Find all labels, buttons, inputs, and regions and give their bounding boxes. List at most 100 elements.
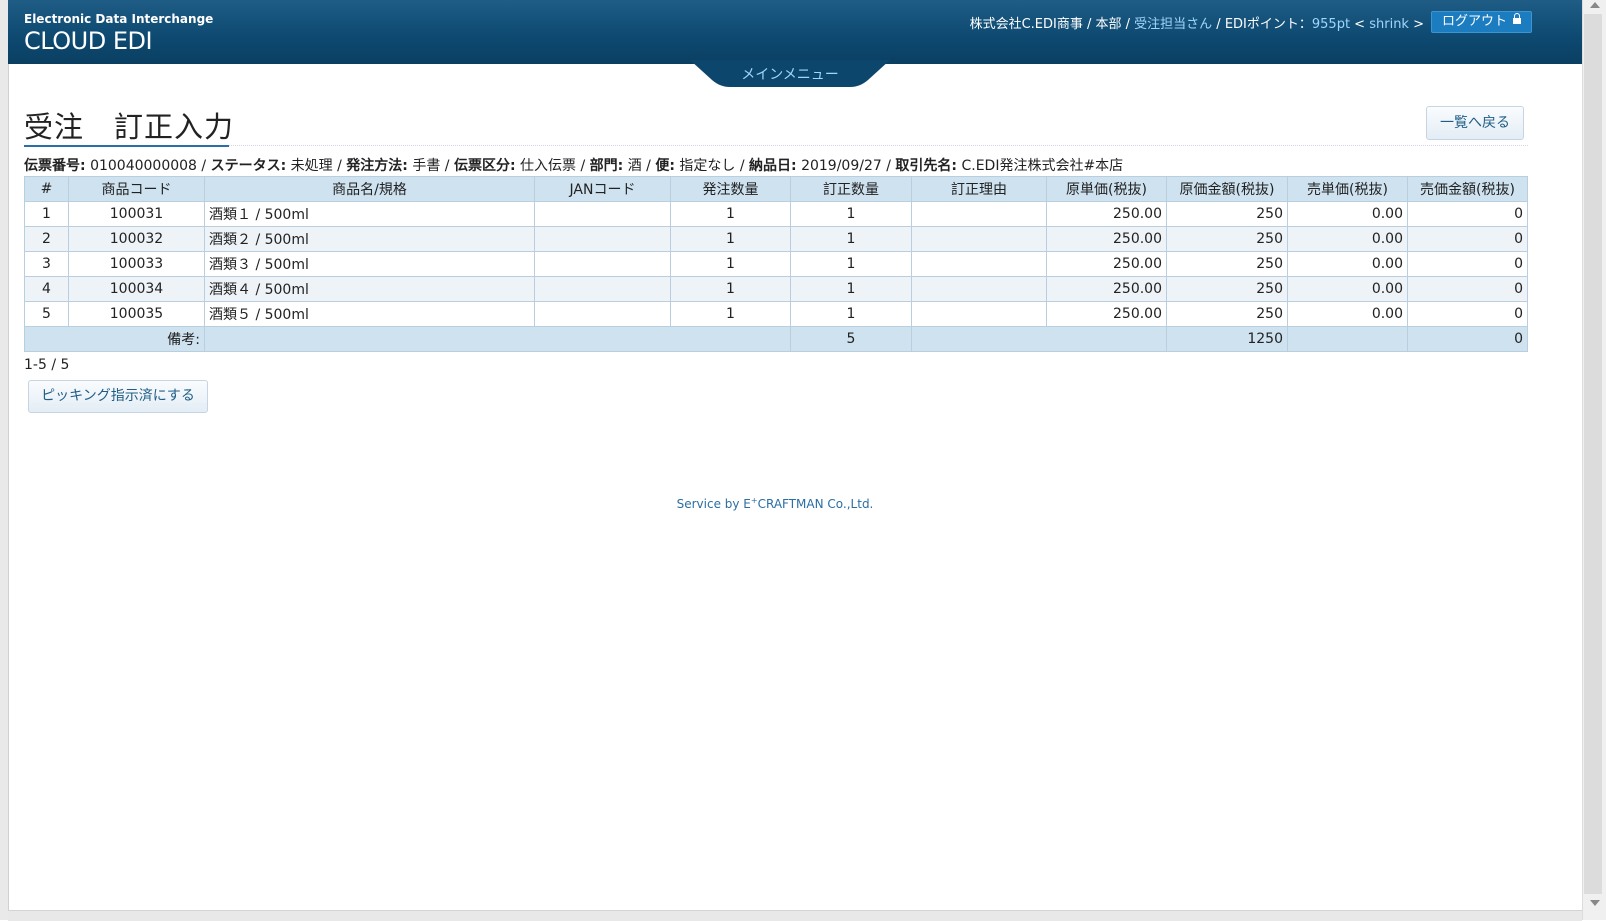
cell-order-qty: 1 bbox=[670, 276, 791, 302]
separator: / bbox=[332, 158, 347, 174]
cell-no: 1 bbox=[24, 201, 69, 227]
col-header: 原価金額(税抜) bbox=[1166, 176, 1288, 202]
flight-value: 指定なし bbox=[679, 158, 736, 174]
cell-cost-amount: 250 bbox=[1166, 276, 1288, 302]
col-header: 発注数量 bbox=[670, 176, 791, 202]
shrink-open: < bbox=[1350, 17, 1370, 32]
cell-jan bbox=[534, 301, 671, 327]
cell-correction-reason[interactable] bbox=[911, 251, 1047, 277]
remarks-cell[interactable] bbox=[204, 326, 791, 352]
cell-no: 2 bbox=[24, 226, 69, 252]
col-header: 訂正数量 bbox=[790, 176, 912, 202]
cell-unit-cost: 250.00 bbox=[1046, 251, 1167, 277]
logout-button[interactable]: ログアウト bbox=[1430, 11, 1532, 33]
cell-corrected-qty[interactable]: 1 bbox=[790, 276, 912, 302]
footer-blank bbox=[1287, 326, 1408, 352]
horizontal-scrollbar[interactable] bbox=[8, 910, 1582, 921]
title-underline bbox=[24, 145, 229, 147]
back-to-list-button[interactable]: 一覧へ戻る bbox=[1426, 106, 1524, 140]
cell-no: 4 bbox=[24, 276, 69, 302]
table-row: 5 100035 酒類５ / 500ml 1 1 250.00 250 0.00… bbox=[24, 301, 1528, 327]
cell-order-qty: 1 bbox=[670, 301, 791, 327]
flight-label: 便: bbox=[655, 158, 675, 174]
slip-type-label: 伝票区分: bbox=[453, 158, 516, 174]
user-info: 株式会社C.EDI商事 / 本部 / 受注担当さん / EDIポイント：955p… bbox=[970, 13, 1424, 32]
col-header: JANコード bbox=[534, 176, 671, 202]
cell-corrected-qty[interactable]: 1 bbox=[790, 226, 912, 252]
scroll-down-icon[interactable] bbox=[1590, 900, 1600, 906]
table-footer-row: 備考: 5 1250 0 bbox=[24, 326, 1528, 352]
cell-correction-reason[interactable] bbox=[911, 301, 1047, 327]
cell-product-code: 100035 bbox=[68, 301, 205, 327]
method-label: 発注方法: bbox=[346, 158, 408, 174]
cell-jan bbox=[534, 276, 671, 302]
slip-type-value: 仕入伝票 bbox=[520, 158, 577, 174]
cell-product-code: 100032 bbox=[68, 226, 205, 252]
cell-corrected-qty[interactable]: 1 bbox=[790, 301, 912, 327]
points-value[interactable]: 955pt bbox=[1312, 17, 1350, 32]
company-path: 株式会社C.EDI商事 / 本部 / bbox=[969, 17, 1135, 32]
footer-blank bbox=[911, 326, 1167, 352]
cell-unit-cost: 250.00 bbox=[1046, 226, 1167, 252]
cell-jan bbox=[534, 201, 671, 227]
cell-cost-amount: 250 bbox=[1166, 251, 1288, 277]
separator: / bbox=[881, 158, 896, 174]
cell-cost-amount: 250 bbox=[1166, 226, 1288, 252]
cell-order-qty: 1 bbox=[670, 251, 791, 277]
cell-cost-amount: 250 bbox=[1166, 301, 1288, 327]
cell-product-code: 100031 bbox=[68, 201, 205, 227]
cell-corrected-qty[interactable]: 1 bbox=[790, 251, 912, 277]
col-header: 商品名/規格 bbox=[204, 176, 535, 202]
user-link[interactable]: 受注担当さん bbox=[1134, 17, 1212, 32]
scroll-up-icon[interactable] bbox=[1590, 2, 1600, 8]
cell-correction-reason[interactable] bbox=[911, 201, 1047, 227]
table-row: 4 100034 酒類４ / 500ml 1 1 250.00 250 0.00… bbox=[24, 276, 1528, 302]
status-label: ステータス: bbox=[210, 158, 287, 174]
cell-sales-amount: 0 bbox=[1407, 201, 1528, 227]
cell-jan bbox=[534, 251, 671, 277]
cell-cost-amount: 250 bbox=[1166, 201, 1288, 227]
cell-product-name: 酒類１ / 500ml bbox=[204, 201, 535, 227]
cell-sales-amount: 0 bbox=[1407, 301, 1528, 327]
service-credit: Service by E+CRAFTMAN Co.,Ltd. bbox=[0, 496, 1550, 511]
table-row: 1 100031 酒類１ / 500ml 1 1 250.00 250 0.00… bbox=[24, 201, 1528, 227]
cell-unit-price: 0.00 bbox=[1287, 201, 1408, 227]
app-header: Electronic Data Interchange CLOUD EDI 株式… bbox=[8, 0, 1582, 64]
delivery-value: 2019/09/27 bbox=[801, 158, 882, 174]
method-value: 手書 bbox=[412, 158, 441, 174]
cell-correction-reason[interactable] bbox=[911, 276, 1047, 302]
cell-product-name: 酒類４ / 500ml bbox=[204, 276, 535, 302]
table-row: 2 100032 酒類２ / 500ml 1 1 250.00 250 0.00… bbox=[24, 226, 1528, 252]
separator: / bbox=[641, 158, 656, 174]
separator: / bbox=[735, 158, 750, 174]
cell-corrected-qty[interactable]: 1 bbox=[790, 201, 912, 227]
cell-jan bbox=[534, 226, 671, 252]
cell-unit-price: 0.00 bbox=[1287, 301, 1408, 327]
separator: / bbox=[196, 158, 211, 174]
mark-picking-done-button[interactable]: ピッキング指示済にする bbox=[28, 380, 208, 413]
brand-logo[interactable]: CLOUD EDI bbox=[24, 27, 153, 55]
main-menu-label: メインメニュー bbox=[741, 67, 839, 83]
points-label: / EDIポイント： bbox=[1212, 17, 1312, 32]
col-header: # bbox=[24, 176, 69, 202]
pagination-info: 1-5 / 5 bbox=[24, 357, 70, 373]
col-header: 原単価(税抜) bbox=[1046, 176, 1167, 202]
title-divider bbox=[229, 145, 1528, 146]
slip-no: 010040000008 bbox=[90, 158, 197, 174]
cell-sales-amount: 0 bbox=[1407, 251, 1528, 277]
main-menu-tab[interactable]: メインメニュー bbox=[690, 60, 890, 88]
dept-value: 酒 bbox=[627, 158, 642, 174]
credit-suffix: CRAFTMAN Co.,Ltd. bbox=[757, 497, 874, 511]
shrink-link[interactable]: shrink bbox=[1369, 17, 1409, 32]
remarks-label: 備考: bbox=[24, 326, 205, 352]
separator: / bbox=[576, 158, 590, 174]
partner-label: 取引先名: bbox=[895, 158, 958, 174]
order-lines-table: # 商品コード 商品名/規格 JANコード 発注数量 訂正数量 訂正理由 原単価… bbox=[24, 176, 1528, 352]
cell-correction-reason[interactable] bbox=[911, 226, 1047, 252]
partner-value: C.EDI発注株式会社#本店 bbox=[961, 158, 1124, 174]
status-value: 未処理 bbox=[290, 158, 333, 174]
cell-product-name: 酒類２ / 500ml bbox=[204, 226, 535, 252]
scrollbar-thumb[interactable] bbox=[1584, 14, 1602, 894]
table-header-row: # 商品コード 商品名/規格 JANコード 発注数量 訂正数量 訂正理由 原単価… bbox=[24, 176, 1528, 202]
col-header: 商品コード bbox=[68, 176, 205, 202]
